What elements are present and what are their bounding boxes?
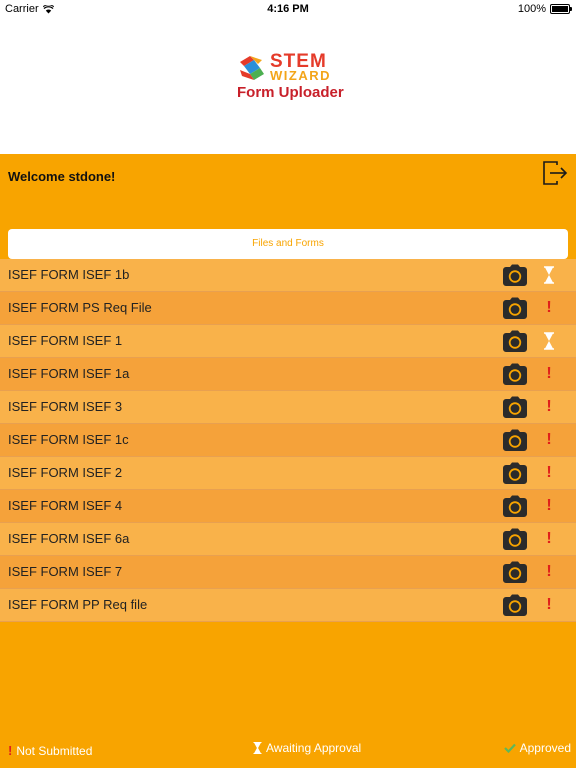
camera-icon[interactable]	[503, 528, 527, 550]
exclamation-icon: !	[546, 299, 552, 316]
form-row[interactable]: ISEF FORM PP Req file !	[0, 589, 576, 622]
logo-wizard-text: WIZARD	[270, 68, 331, 83]
logo-mark-icon	[240, 56, 264, 80]
form-name: ISEF FORM ISEF 2	[8, 465, 123, 480]
exclamation-icon: !	[546, 464, 552, 481]
camera-icon[interactable]	[503, 462, 527, 484]
form-name: ISEF FORM ISEF 3	[8, 399, 123, 414]
hourglass-icon	[253, 742, 262, 754]
camera-icon[interactable]	[503, 297, 527, 319]
form-name: ISEF FORM ISEF 6a	[8, 531, 130, 546]
status-legend: ! Not Submitted Awaiting Approval Approv…	[0, 740, 576, 758]
legend-not-submitted: ! Not Submitted	[8, 741, 92, 761]
logo-area: STEM WIZARD Form Uploader	[0, 18, 576, 154]
form-name: ISEF FORM PP Req file	[8, 597, 148, 612]
exclamation-icon: !	[546, 431, 552, 448]
form-row[interactable]: ISEF FORM ISEF 7 !	[0, 556, 576, 589]
form-row[interactable]: ISEF FORM ISEF 1a !	[0, 358, 576, 391]
exclamation-icon: !	[546, 365, 552, 382]
exclamation-icon: !	[546, 497, 552, 514]
camera-icon[interactable]	[503, 330, 527, 352]
form-name: ISEF FORM PS Req File	[8, 300, 152, 315]
hourglass-icon	[540, 265, 558, 285]
form-row[interactable]: ISEF FORM ISEF 1c !	[0, 424, 576, 457]
form-row[interactable]: ISEF FORM ISEF 1	[0, 325, 576, 358]
camera-icon[interactable]	[503, 594, 527, 616]
forms-list: ISEF FORM ISEF 1b ISEF FORM PS Req File …	[0, 259, 576, 622]
form-name: ISEF FORM ISEF 1b	[8, 267, 130, 282]
legend-approved-label: Approved	[519, 741, 571, 755]
battery-icon	[550, 4, 572, 14]
camera-icon[interactable]	[503, 495, 527, 517]
welcome-text: Welcome stdone!	[8, 169, 116, 184]
form-row[interactable]: ISEF FORM ISEF 6a !	[0, 523, 576, 556]
form-name: ISEF FORM ISEF 7	[8, 564, 123, 579]
form-row[interactable]: ISEF FORM ISEF 1b	[0, 259, 576, 292]
legend-awaiting: Awaiting Approval	[253, 741, 361, 755]
form-name: ISEF FORM ISEF 1	[8, 333, 123, 348]
form-name: ISEF FORM ISEF 4	[8, 498, 123, 513]
camera-icon[interactable]	[503, 264, 527, 286]
logout-icon[interactable]	[542, 160, 568, 186]
exclamation-icon: !	[546, 563, 552, 580]
form-row[interactable]: ISEF FORM ISEF 4 !	[0, 490, 576, 523]
checkmark-icon	[503, 743, 516, 753]
exclamation-icon: !	[546, 398, 552, 415]
legend-awaiting-label: Awaiting Approval	[266, 741, 362, 755]
camera-icon[interactable]	[503, 396, 527, 418]
form-name: ISEF FORM ISEF 1a	[8, 366, 130, 381]
exclamation-icon: !	[8, 743, 13, 758]
camera-icon[interactable]	[503, 561, 527, 583]
form-row[interactable]: ISEF FORM PS Req File !	[0, 292, 576, 325]
exclamation-icon: !	[546, 596, 552, 613]
hourglass-icon	[540, 331, 558, 351]
logo-uploader-text: Form Uploader	[237, 84, 344, 101]
battery-percent: 100%	[517, 3, 546, 15]
form-row[interactable]: ISEF FORM ISEF 2 !	[0, 457, 576, 490]
battery-group: 100%	[517, 3, 572, 15]
legend-approved: Approved	[503, 741, 571, 755]
form-row[interactable]: ISEF FORM ISEF 3 !	[0, 391, 576, 424]
status-bar: Carrier 4:16 PM 100%	[0, 0, 576, 18]
clock: 4:16 PM	[267, 3, 309, 15]
camera-icon[interactable]	[503, 429, 527, 451]
legend-not-submitted-label: Not Submitted	[16, 744, 93, 758]
tab-files-and-forms[interactable]: Files and Forms	[8, 229, 568, 259]
exclamation-icon: !	[546, 530, 552, 547]
form-name: ISEF FORM ISEF 1c	[8, 432, 129, 447]
camera-icon[interactable]	[503, 363, 527, 385]
stem-wizard-logo: STEM WIZARD Form Uploader	[236, 51, 346, 104]
